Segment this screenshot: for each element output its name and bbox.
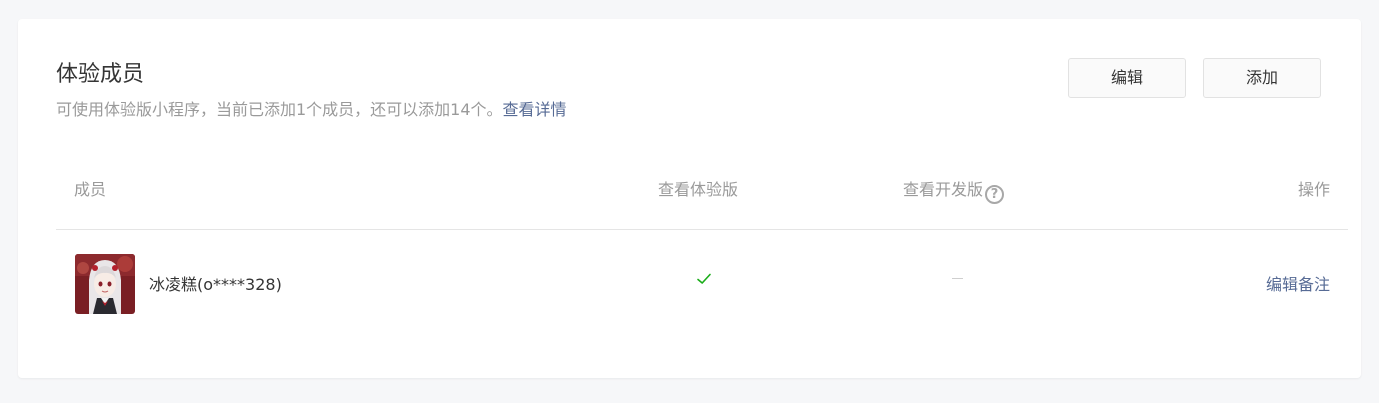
avatar [75,254,135,314]
column-header-actions: 操作 [1297,180,1330,199]
edit-note-link[interactable]: 编辑备注 [1266,273,1330,297]
view-details-link[interactable]: 查看详情 [503,100,567,119]
column-header-member: 成员 [74,180,107,199]
column-header-view-development: 查看开发版? [903,178,1005,204]
description-text: 可使用体验版小程序，当前已添加1个成员，还可以添加14个。 [56,100,503,119]
table-header: 成员 查看体验版 查看开发版? 操作 [56,164,1348,230]
check-icon [697,273,711,284]
add-button[interactable]: 添加 [1203,58,1321,98]
help-icon[interactable]: ? [985,185,1005,204]
dash-icon [952,278,963,279]
column-header-view-development-label: 查看开发版 [903,180,984,199]
column-header-view-experience: 查看体验版 [658,180,739,199]
section-description: 可使用体验版小程序，当前已添加1个成员，还可以添加14个。查看详情 [56,99,567,121]
page-title: 体验成员 [56,62,145,87]
member-name: 冰凌糕(o****328) [149,275,282,294]
edit-button[interactable]: 编辑 [1068,58,1186,98]
table-row: 冰凌糕(o****328) 编辑备注 [56,230,1348,340]
experience-members-card: 体验成员 可使用体验版小程序，当前已添加1个成员，还可以添加14个。查看详情 编… [18,19,1361,378]
